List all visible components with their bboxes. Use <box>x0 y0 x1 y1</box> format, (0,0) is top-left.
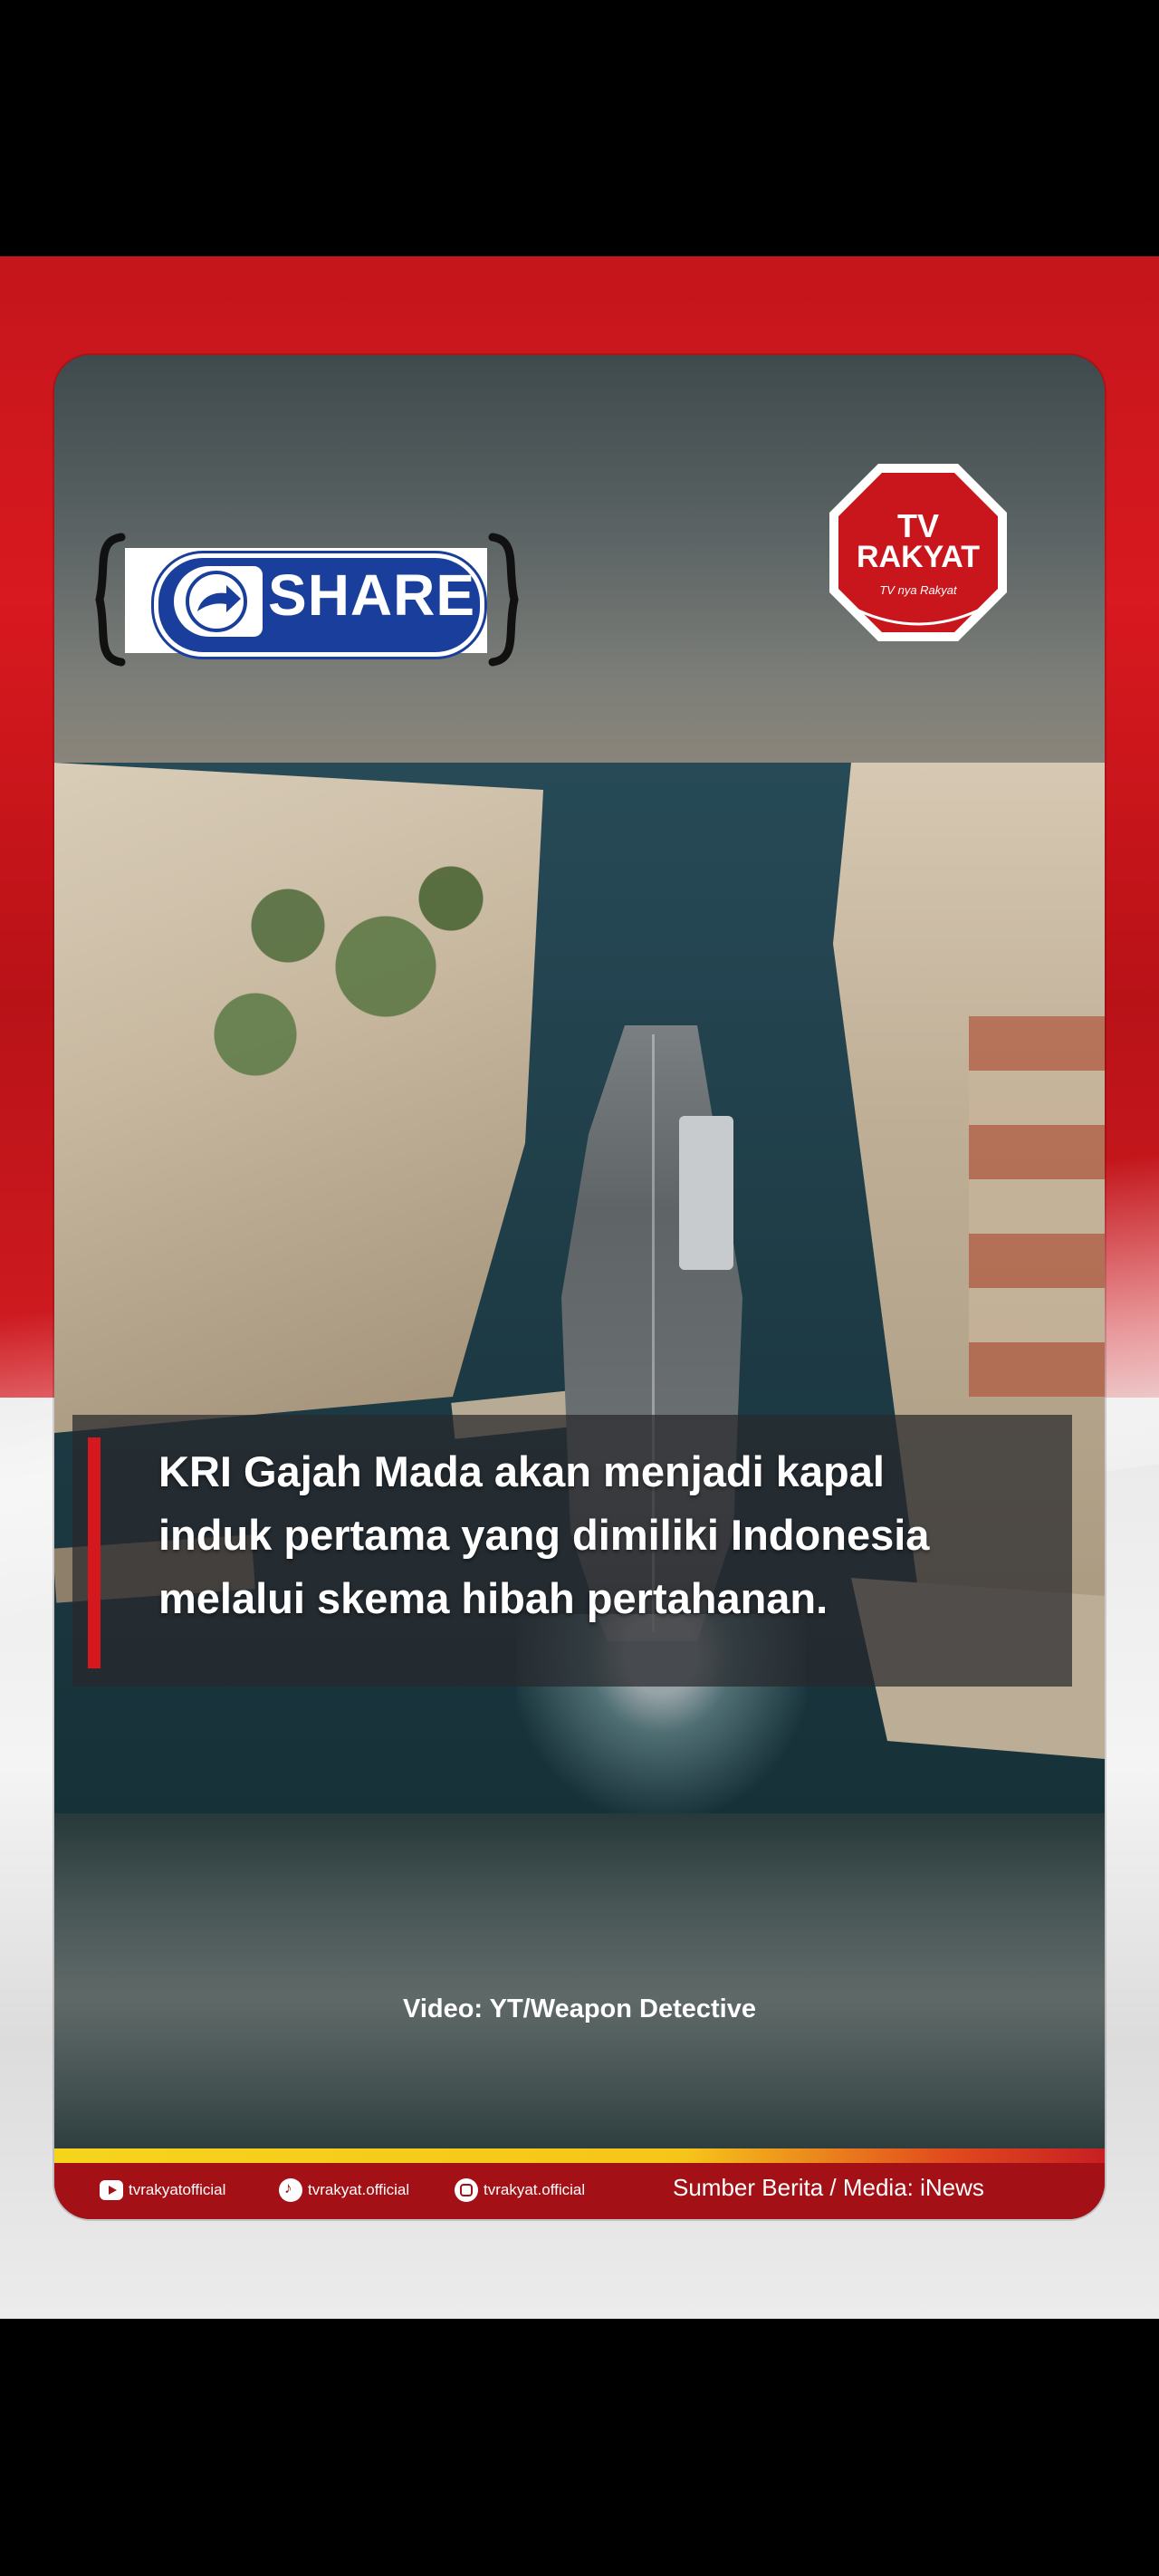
youtube-icon <box>100 2180 123 2200</box>
youtube-handle: tvrakyatofficial <box>129 2181 226 2198</box>
carrier-island <box>679 1116 733 1270</box>
social-tiktok[interactable]: tvrakyat.official <box>279 2176 409 2205</box>
video-credit: Video: YT/Weapon Detective <box>403 1994 756 2023</box>
caption-line-3: melalui skema hibah pertahanan. <box>158 1574 829 1622</box>
bracket-right-icon <box>488 533 519 667</box>
video-bottom-area <box>54 1813 1105 2148</box>
news-source: Sumber Berita / Media: iNews <box>673 2174 984 2201</box>
caption-line-1: KRI Gajah Mada akan menjadi kapal <box>158 1447 885 1495</box>
share-icon <box>174 566 263 637</box>
share-label: SHARE <box>268 562 476 628</box>
bracket-left-icon <box>95 533 126 667</box>
caption-line-2: induk pertama yang dimiliki Indonesia <box>158 1511 930 1559</box>
instagram-handle: tvrakyat.official <box>484 2181 586 2198</box>
city-trees <box>190 817 516 1089</box>
logo-rakyat-text: RAKYAT <box>856 540 981 574</box>
tiktok-icon <box>279 2178 302 2202</box>
social-instagram[interactable]: tvrakyat.official <box>455 2176 585 2205</box>
footer-stripe <box>54 2148 1105 2163</box>
caption-accent-bar <box>88 1437 101 1668</box>
share-banner[interactable]: SHARE <box>91 532 525 668</box>
news-caption: KRI Gajah Mada akan menjadi kapal induk … <box>158 1440 1073 1630</box>
logo-tagline: TV nya Rakyat <box>879 583 957 597</box>
city-roofs <box>969 1016 1105 1397</box>
social-youtube[interactable]: tvrakyatofficial <box>100 2176 225 2205</box>
tv-rakyat-logo: TV RAKYAT TV nya Rakyat <box>822 457 1014 649</box>
news-card: SHARE TV RAKYAT TV nya Rakyat KRI Gajah … <box>54 355 1105 2219</box>
tiktok-handle: tvrakyat.official <box>308 2181 410 2198</box>
instagram-icon <box>455 2178 478 2202</box>
